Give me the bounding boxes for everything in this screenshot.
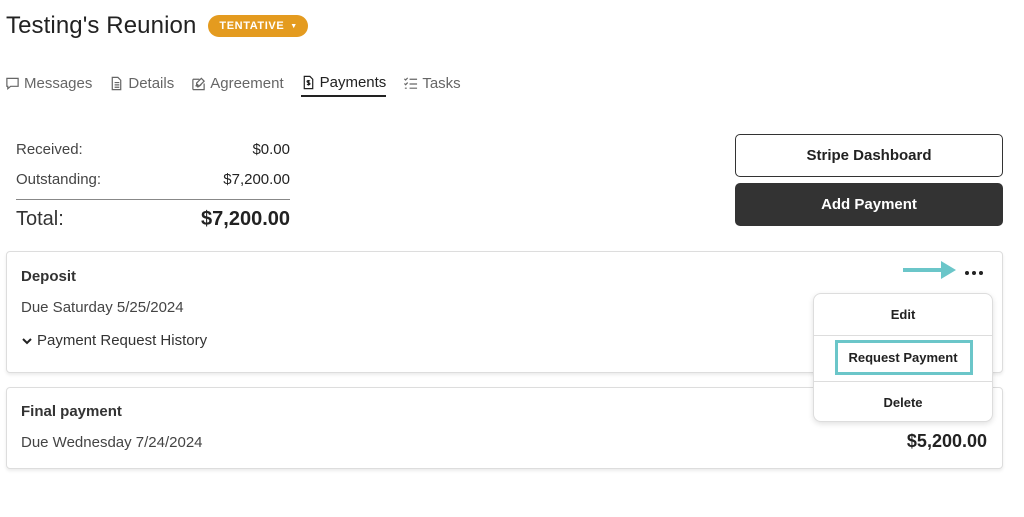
tab-payments[interactable]: Payments: [300, 70, 387, 97]
total-value: $7,200.00: [201, 208, 290, 230]
arrow-right-icon: [903, 261, 956, 279]
dot: [979, 271, 983, 275]
message-icon: [6, 77, 19, 90]
tab-label: Tasks: [422, 75, 461, 92]
payment-amount: $5,200.00: [906, 431, 987, 451]
add-payment-button[interactable]: Add Payment: [735, 183, 1003, 226]
menu-item-delete[interactable]: Delete: [814, 381, 992, 423]
document-icon: [112, 76, 122, 91]
caret-down-icon: ▼: [290, 22, 298, 30]
tab-label: Messages: [24, 75, 93, 92]
more-dots-icon[interactable]: [965, 267, 983, 279]
page-title: Testing's Reunion: [6, 12, 197, 39]
outstanding-label: Outstanding:: [16, 170, 102, 188]
menu-item-request-payment[interactable]: Request Payment: [814, 339, 992, 376]
tab-tasks[interactable]: Tasks: [403, 70, 461, 97]
chevron-down-icon: [22, 337, 32, 344]
signature-icon: [192, 77, 206, 91]
tab-messages[interactable]: Messages: [5, 70, 92, 97]
payment-due-date: Due Saturday 5/25/2024: [21, 299, 184, 316]
checklist-icon: [404, 77, 418, 89]
summary-divider: [16, 199, 290, 200]
received-row: Received: $0.00: [16, 134, 290, 164]
tab-label: Payments: [319, 74, 387, 91]
status-badge[interactable]: TENTATIVE ▼: [208, 15, 308, 37]
history-toggle-label: Payment Request History: [37, 332, 208, 349]
status-badge-label: TENTATIVE: [219, 20, 285, 32]
total-row: Total: $7,200.00: [16, 208, 290, 231]
outstanding-value: $7,200.00: [223, 170, 290, 188]
tab-label: Agreement: [210, 75, 284, 92]
dot: [972, 271, 976, 275]
invoice-dollar-icon: [303, 75, 313, 90]
payment-summary: Received: $0.00 Outstanding: $7,200.00 T…: [16, 134, 290, 231]
outstanding-row: Outstanding: $7,200.00: [16, 164, 290, 194]
tab-agreement[interactable]: Agreement: [191, 70, 284, 97]
payment-actions-menu: Edit Request Payment Delete: [813, 293, 993, 422]
received-label: Received:: [16, 140, 83, 158]
payment-due-date: Due Wednesday 7/24/2024: [21, 434, 203, 451]
menu-item-edit[interactable]: Edit: [814, 294, 992, 336]
dot: [965, 271, 969, 275]
received-value: $0.00: [252, 140, 290, 158]
tab-details[interactable]: Details: [109, 70, 174, 97]
tab-label: Details: [128, 75, 175, 92]
total-label: Total:: [16, 208, 64, 230]
payment-title: Deposit: [21, 268, 77, 285]
page-header: Testing's Reunion TENTATIVE ▼: [6, 12, 308, 40]
stripe-dashboard-button[interactable]: Stripe Dashboard: [735, 134, 1003, 177]
payment-request-history-toggle[interactable]: Payment Request History: [21, 332, 207, 349]
payment-title: Final payment: [21, 403, 122, 420]
tab-bar: Messages Details Agreement Payments Task…: [5, 70, 478, 97]
